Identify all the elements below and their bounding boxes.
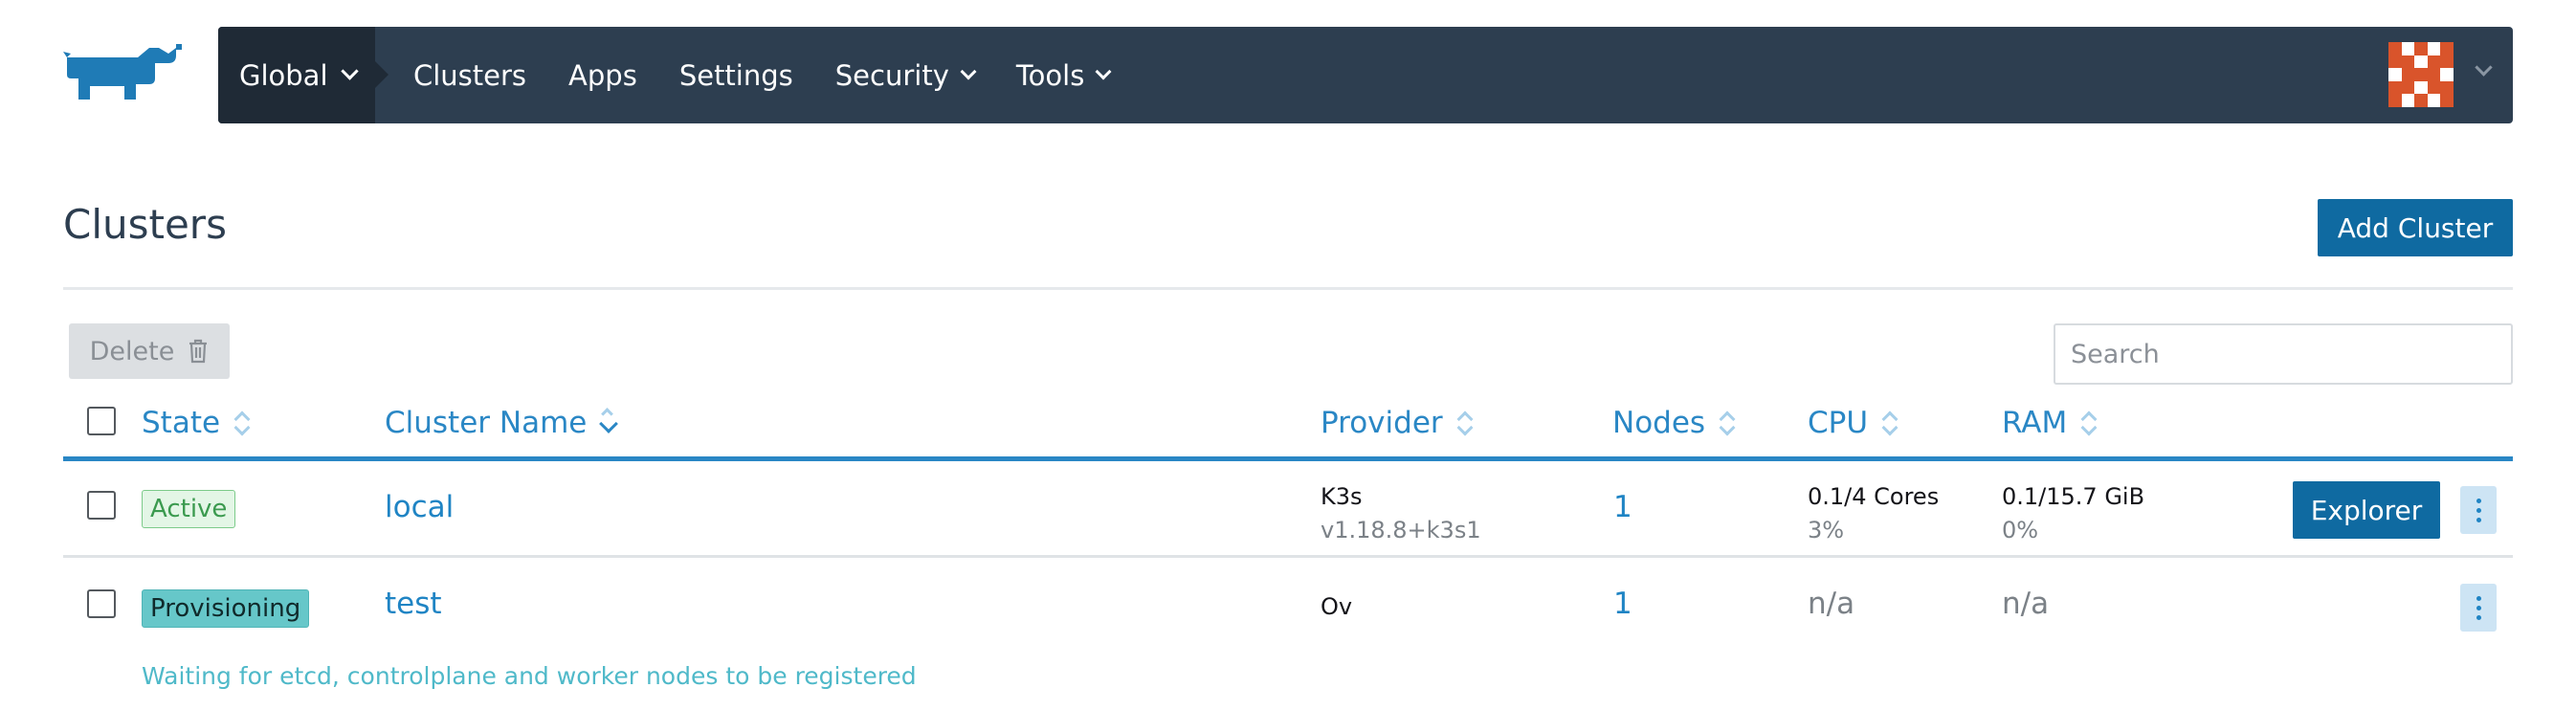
kebab-dot xyxy=(2476,498,2481,503)
cpu-usage: n/a xyxy=(1808,587,1855,621)
chevron-down-icon[interactable] xyxy=(2475,58,2493,77)
nav-apps-label: Apps xyxy=(568,58,637,92)
nodes-link[interactable]: 1 xyxy=(1613,587,1632,621)
status-badge: Provisioning xyxy=(142,589,310,628)
kebab-dot xyxy=(2476,595,2481,601)
sort-icon xyxy=(1719,410,1734,436)
chevron-down-icon xyxy=(1095,63,1112,79)
cpu-percent: 3% xyxy=(1808,517,1845,544)
add-cluster-button[interactable]: Add Cluster xyxy=(2318,199,2513,256)
nav-settings-label: Settings xyxy=(678,58,793,92)
column-label: Provider xyxy=(1321,406,1443,440)
nav-clusters[interactable]: Clusters xyxy=(413,59,526,92)
explorer-button[interactable]: Explorer xyxy=(2293,481,2440,539)
sort-icon xyxy=(2080,410,2096,436)
ram-usage: n/a xyxy=(2002,587,2050,621)
nav-settings[interactable]: Settings xyxy=(679,59,793,92)
rancher-clusters-page: Global Clusters Apps Settings Security T… xyxy=(0,0,2576,710)
cluster-name-link[interactable]: local xyxy=(385,490,454,524)
ram-usage: 0.1/15.7 GiB xyxy=(2002,483,2145,510)
column-header-state[interactable]: State xyxy=(142,406,249,440)
cpu-usage: 0.1/4 Cores xyxy=(1808,483,1940,510)
sort-icon xyxy=(1456,410,1472,436)
column-label: Cluster Name xyxy=(385,406,588,440)
top-navbar: Global Clusters Apps Settings Security T… xyxy=(218,27,2513,123)
search-input[interactable] xyxy=(2054,323,2513,385)
row-actions-menu[interactable] xyxy=(2460,486,2497,534)
select-all-checkbox[interactable] xyxy=(87,407,116,435)
nav-tools[interactable]: Tools xyxy=(1015,58,1112,92)
delete-label: Delete xyxy=(89,336,175,366)
kebab-dot xyxy=(2476,517,2481,522)
ram-percent: 0% xyxy=(2002,517,2039,544)
column-label: Nodes xyxy=(1612,406,1706,440)
provider-version: v1.18.8+k3s1 xyxy=(1321,517,1481,544)
row-divider xyxy=(63,555,2513,558)
nav-tools-label: Tools xyxy=(1015,58,1085,92)
kebab-dot xyxy=(2476,605,2481,610)
sort-descending-icon xyxy=(600,408,615,436)
divider xyxy=(63,287,2513,290)
global-label: Global xyxy=(239,58,328,92)
provider: Ov xyxy=(1321,593,1353,620)
status-badge: Active xyxy=(142,490,236,528)
global-menu[interactable]: Global xyxy=(218,27,389,123)
column-header-cpu[interactable]: CPU xyxy=(1808,406,1897,440)
nav-clusters-label: Clusters xyxy=(413,58,527,92)
row-checkbox[interactable] xyxy=(87,491,116,520)
rancher-logo-icon[interactable] xyxy=(63,42,197,107)
delete-button[interactable]: Delete xyxy=(69,323,230,379)
row-actions-menu[interactable] xyxy=(2460,584,2497,632)
nav-security-label: Security xyxy=(834,58,949,92)
provisioning-message: Waiting for etcd, controlplane and worke… xyxy=(142,662,917,690)
column-header-ram[interactable]: RAM xyxy=(2002,406,2096,440)
nav-security[interactable]: Security xyxy=(834,58,977,92)
row-checkbox[interactable] xyxy=(87,589,116,618)
column-label: CPU xyxy=(1808,406,1869,440)
cluster-name-link[interactable]: test xyxy=(385,587,442,621)
column-header-provider[interactable]: Provider xyxy=(1321,406,1472,440)
trash-icon xyxy=(189,339,208,364)
provider: K3s xyxy=(1321,483,1363,510)
chevron-down-icon xyxy=(960,63,977,79)
page-title: Clusters xyxy=(63,201,227,248)
column-label: RAM xyxy=(2002,406,2068,440)
user-avatar[interactable] xyxy=(2388,42,2454,107)
sort-icon xyxy=(1881,410,1897,436)
nodes-link[interactable]: 1 xyxy=(1613,490,1632,524)
table-header-divider xyxy=(63,456,2513,461)
column-header-nodes[interactable]: Nodes xyxy=(1612,406,1734,440)
nav-apps[interactable]: Apps xyxy=(568,59,637,92)
column-header-cluster-name[interactable]: Cluster Name xyxy=(385,406,615,440)
kebab-dot xyxy=(2476,614,2481,620)
column-label: State xyxy=(142,406,221,440)
kebab-dot xyxy=(2476,507,2481,513)
chevron-down-icon xyxy=(340,62,359,80)
sort-icon xyxy=(233,410,249,436)
